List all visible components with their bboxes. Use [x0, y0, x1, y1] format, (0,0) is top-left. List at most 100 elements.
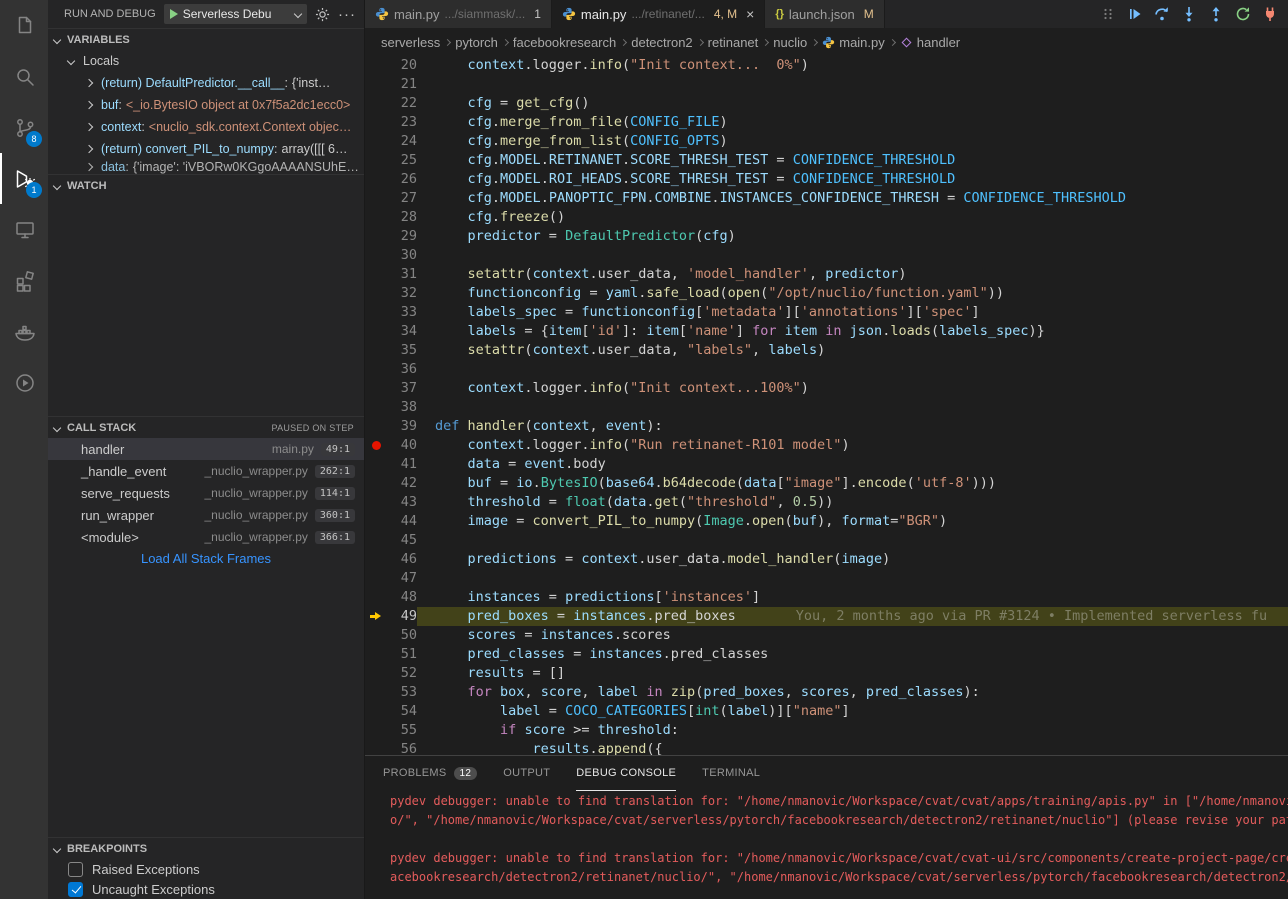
- gutter-glyph-margin[interactable]: [365, 75, 387, 94]
- line-number[interactable]: 45: [387, 531, 417, 550]
- code-text[interactable]: buf = io.BytesIO(base64.b64decode(data["…: [417, 474, 1288, 493]
- code-text[interactable]: image = convert_PIL_to_numpy(Image.open(…: [417, 512, 1288, 531]
- line-number[interactable]: 21: [387, 75, 417, 94]
- activity-bar-run-profile-icon[interactable]: [0, 357, 48, 408]
- panel-tab-terminal[interactable]: TERMINAL: [702, 756, 760, 791]
- line-number[interactable]: 25: [387, 151, 417, 170]
- activity-bar-remote-explorer-icon[interactable]: [0, 204, 48, 255]
- code-text[interactable]: [417, 569, 1288, 588]
- code-text[interactable]: context.logger.info("Init context... 0%"…: [417, 56, 1288, 75]
- gutter-glyph-margin[interactable]: [365, 360, 387, 379]
- breakpoint-dot[interactable]: [372, 441, 381, 450]
- gutter-glyph-margin[interactable]: [365, 246, 387, 265]
- variable-row[interactable]: context:<nuclio_sdk.context.Context obje…: [48, 116, 364, 138]
- code-text[interactable]: scores = instances.scores: [417, 626, 1288, 645]
- load-all-stack-frames-link[interactable]: Load All Stack Frames: [48, 548, 364, 570]
- restart-icon[interactable]: [1234, 5, 1252, 23]
- gutter-glyph-margin[interactable]: [365, 303, 387, 322]
- activity-bar-explorer-icon[interactable]: [0, 0, 48, 51]
- debug-console-output[interactable]: pydev debugger: unable to find translati…: [365, 791, 1288, 899]
- gutter-glyph-margin[interactable]: [365, 683, 387, 702]
- line-number[interactable]: 48: [387, 588, 417, 607]
- breakpoints-section-header[interactable]: BREAKPOINTS: [48, 837, 364, 859]
- gutter-glyph-margin[interactable]: [365, 227, 387, 246]
- gutter-glyph-margin[interactable]: [365, 702, 387, 721]
- gutter-glyph-margin[interactable]: [365, 455, 387, 474]
- gutter-glyph-margin[interactable]: [365, 626, 387, 645]
- code-text[interactable]: results.append({: [417, 740, 1288, 755]
- line-number[interactable]: 35: [387, 341, 417, 360]
- gutter-glyph-margin[interactable]: [365, 588, 387, 607]
- line-number[interactable]: 36: [387, 360, 417, 379]
- line-number[interactable]: 49: [387, 607, 417, 626]
- line-number[interactable]: 20: [387, 56, 417, 75]
- code-text[interactable]: cfg.merge_from_list(CONFIG_OPTS): [417, 132, 1288, 151]
- breadcrumb-item-detectron2[interactable]: detectron2: [631, 35, 692, 50]
- line-number[interactable]: 27: [387, 189, 417, 208]
- gutter-glyph-margin[interactable]: [365, 322, 387, 341]
- gutter-glyph-margin[interactable]: [365, 550, 387, 569]
- start-debugging-icon[interactable]: [170, 9, 178, 19]
- code-text[interactable]: [417, 75, 1288, 94]
- gutter-glyph-margin[interactable]: [365, 132, 387, 151]
- continue-icon[interactable]: [1126, 5, 1144, 23]
- code-text[interactable]: threshold = float(data.get("threshold", …: [417, 493, 1288, 512]
- line-number[interactable]: 39: [387, 417, 417, 436]
- line-number[interactable]: 42: [387, 474, 417, 493]
- call-stack-frame[interactable]: run_wrapper_nuclio_wrapper.py360:1: [48, 504, 364, 526]
- gutter-glyph-margin[interactable]: [365, 645, 387, 664]
- line-number[interactable]: 32: [387, 284, 417, 303]
- line-number[interactable]: 23: [387, 113, 417, 132]
- code-text[interactable]: pred_classes = instances.pred_classes: [417, 645, 1288, 664]
- editor-tab-launch.json[interactable]: {}launch.jsonM: [765, 0, 884, 28]
- close-icon[interactable]: ×: [746, 7, 754, 21]
- variable-row[interactable]: buf:<_io.BytesIO object at 0x7f5a2dc1ecc…: [48, 94, 364, 116]
- editor-tab-main.py[interactable]: main.py.../retinanet/...4, M×: [552, 0, 765, 28]
- code-text[interactable]: predictor = DefaultPredictor(cfg): [417, 227, 1288, 246]
- gutter-glyph-margin[interactable]: [365, 474, 387, 493]
- code-text[interactable]: cfg.MODEL.PANOPTIC_FPN.COMBINE.INSTANCES…: [417, 189, 1288, 208]
- gutter-glyph-margin[interactable]: [365, 94, 387, 113]
- variables-section-header[interactable]: VARIABLES: [48, 28, 364, 50]
- step-out-icon[interactable]: [1207, 5, 1225, 23]
- code-text[interactable]: functionconfig = yaml.safe_load(open("/o…: [417, 284, 1288, 303]
- checkbox[interactable]: [68, 862, 83, 877]
- gutter-glyph-margin[interactable]: [365, 569, 387, 588]
- gutter-glyph-margin[interactable]: [365, 189, 387, 208]
- activity-bar-docker-icon[interactable]: [0, 306, 48, 357]
- code-text[interactable]: cfg.merge_from_file(CONFIG_FILE): [417, 113, 1288, 132]
- line-number[interactable]: 22: [387, 94, 417, 113]
- disconnect-icon[interactable]: [1261, 5, 1279, 23]
- code-text[interactable]: context.logger.info("Run retinanet-R101 …: [417, 436, 1288, 455]
- activity-bar-run-and-debug-icon[interactable]: 1: [0, 153, 48, 204]
- line-number[interactable]: 41: [387, 455, 417, 474]
- code-text[interactable]: cfg.MODEL.ROI_HEADS.SCORE_THRESH_TEST = …: [417, 170, 1288, 189]
- editor-tab-main.py[interactable]: main.py.../siammask/...1: [365, 0, 552, 28]
- line-number[interactable]: 28: [387, 208, 417, 227]
- breadcrumb-item-retinanet[interactable]: retinanet: [708, 35, 759, 50]
- code-text[interactable]: [417, 360, 1288, 379]
- code-text[interactable]: [417, 246, 1288, 265]
- variable-row[interactable]: (return) convert_PIL_to_numpy:array([[[ …: [48, 138, 364, 160]
- breakpoint-row[interactable]: Raised Exceptions: [48, 859, 364, 879]
- code-text[interactable]: [417, 398, 1288, 417]
- breadcrumb-item-nuclio[interactable]: nuclio: [773, 35, 807, 50]
- line-number[interactable]: 24: [387, 132, 417, 151]
- checkbox[interactable]: [68, 882, 83, 897]
- code-text[interactable]: if score >= threshold:: [417, 721, 1288, 740]
- gutter-glyph-margin[interactable]: [365, 113, 387, 132]
- code-text[interactable]: cfg.MODEL.RETINANET.SCORE_THRESH_TEST = …: [417, 151, 1288, 170]
- gutter-glyph-margin[interactable]: [365, 664, 387, 683]
- line-number[interactable]: 53: [387, 683, 417, 702]
- gutter-glyph-margin[interactable]: [365, 417, 387, 436]
- line-number[interactable]: 31: [387, 265, 417, 284]
- line-number[interactable]: 50: [387, 626, 417, 645]
- more-actions-icon[interactable]: ···: [338, 6, 356, 23]
- call-stack-frame[interactable]: <module>_nuclio_wrapper.py366:1: [48, 526, 364, 548]
- gutter-glyph-margin[interactable]: [365, 531, 387, 550]
- gutter-glyph-margin[interactable]: [365, 436, 387, 455]
- debug-config-dropdown[interactable]: Serverless Debu: [164, 4, 307, 24]
- line-number[interactable]: 30: [387, 246, 417, 265]
- gutter-glyph-margin[interactable]: [365, 607, 387, 626]
- code-text[interactable]: cfg = get_cfg(): [417, 94, 1288, 113]
